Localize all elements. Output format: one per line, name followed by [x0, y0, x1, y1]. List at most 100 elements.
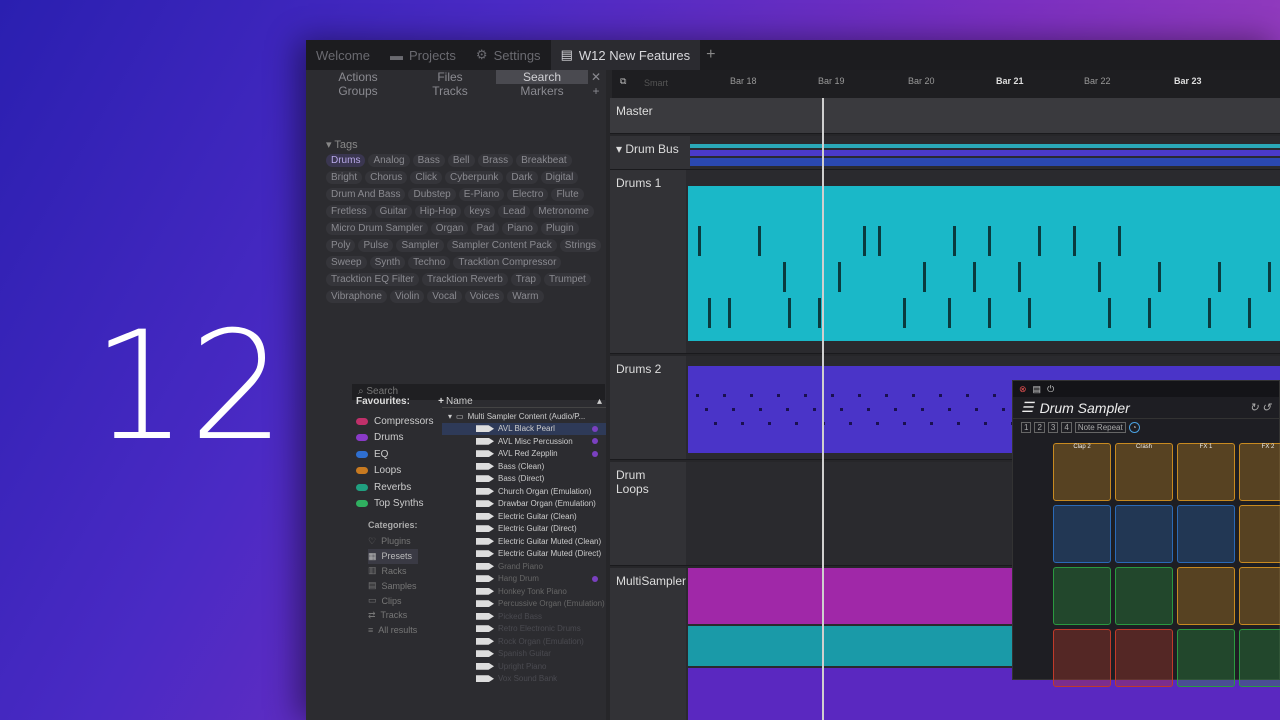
tag-chip[interactable]: Hip-Hop: [414, 205, 462, 218]
category-item[interactable]: ▤ Samples: [368, 578, 418, 593]
add-icon[interactable]: +: [588, 84, 604, 98]
midi-note[interactable]: [728, 298, 731, 328]
tag-chip[interactable]: Guitar: [374, 205, 412, 218]
category-item[interactable]: ⇄ Tracks: [368, 608, 418, 623]
drum-pad[interactable]: [1177, 629, 1235, 687]
midi-note[interactable]: [923, 262, 926, 292]
midi-note[interactable]: [903, 422, 906, 425]
midi-note[interactable]: [849, 422, 852, 425]
category-item[interactable]: ▭ Clips: [368, 593, 418, 608]
midi-note[interactable]: [957, 422, 960, 425]
midi-note[interactable]: [867, 408, 870, 411]
midi-note[interactable]: [696, 394, 699, 397]
drum-pad[interactable]: FX 1: [1177, 443, 1235, 501]
tag-chip[interactable]: Organ: [430, 222, 469, 235]
midi-clip[interactable]: [688, 186, 1280, 341]
drum-pad[interactable]: [1239, 629, 1280, 687]
midi-note[interactable]: [993, 394, 996, 397]
tree-item[interactable]: Hang Drum: [442, 573, 606, 586]
smart-snap-label[interactable]: Smart: [644, 78, 668, 88]
tree-item[interactable]: Bass (Clean): [442, 460, 606, 473]
tree-item[interactable]: Electric Guitar Muted (Direct): [442, 548, 606, 561]
automation-lane[interactable]: [690, 158, 1280, 166]
favourite-item[interactable]: Compressors: [356, 413, 444, 430]
tree-item[interactable]: AVL Black Pearl: [442, 422, 606, 435]
playhead[interactable]: [822, 98, 824, 720]
automation-lane[interactable]: [690, 150, 1280, 156]
tag-chip[interactable]: Flute: [551, 188, 584, 201]
nav-groups[interactable]: Groups: [312, 84, 404, 98]
tab-w12-new-features[interactable]: ▤ W12 New Features: [550, 40, 701, 70]
midi-note[interactable]: [777, 394, 780, 397]
tree-item[interactable]: Drawbar Organ (Emulation): [442, 498, 606, 511]
tag-chip[interactable]: Warm: [507, 290, 544, 303]
category-item[interactable]: ≡ All results: [368, 623, 418, 638]
tree-item[interactable]: Grand Piano: [442, 560, 606, 573]
tag-chip[interactable]: Pad: [471, 222, 500, 235]
mode-button[interactable]: 3: [1047, 421, 1059, 433]
midi-note[interactable]: [1268, 262, 1271, 292]
drum-pad[interactable]: Crash: [1115, 443, 1173, 501]
midi-note[interactable]: [988, 226, 991, 256]
nav-actions[interactable]: Actions: [312, 70, 404, 84]
tag-chip[interactable]: Plugin: [540, 222, 579, 235]
tree-item[interactable]: Electric Guitar (Clean): [442, 510, 606, 523]
tag-chip[interactable]: Vibraphone: [326, 290, 387, 303]
tag-chip[interactable]: Pulse: [358, 239, 394, 252]
tree-item[interactable]: AVL Misc Percussion: [442, 435, 606, 448]
tree-item[interactable]: Bass (Direct): [442, 473, 606, 486]
drum-pad[interactable]: [1053, 505, 1111, 563]
midi-note[interactable]: [723, 394, 726, 397]
midi-note[interactable]: [939, 394, 942, 397]
midi-note[interactable]: [912, 394, 915, 397]
nav-search[interactable]: Search: [496, 70, 588, 84]
mode-button[interactable]: 1: [1021, 421, 1032, 433]
drum-pad[interactable]: [1177, 567, 1235, 625]
track-master[interactable]: Master: [610, 98, 1280, 134]
snap-icon[interactable]: ⧉: [620, 76, 626, 87]
midi-note[interactable]: [921, 408, 924, 411]
drum-pad[interactable]: [1115, 505, 1173, 563]
tag-chip[interactable]: Electro: [507, 188, 549, 201]
midi-note[interactable]: [1028, 298, 1031, 328]
midi-note[interactable]: [818, 298, 821, 328]
tag-chip[interactable]: Sweep: [326, 256, 367, 269]
midi-note[interactable]: [1108, 298, 1111, 328]
tag-chip[interactable]: Violin: [389, 290, 425, 303]
favourite-item[interactable]: Drums: [356, 430, 444, 447]
tree-item[interactable]: Church Organ (Emulation): [442, 485, 606, 498]
favourite-item[interactable]: EQ: [356, 446, 444, 463]
midi-note[interactable]: [840, 408, 843, 411]
tag-chip[interactable]: Analog: [368, 154, 410, 167]
category-item[interactable]: ▥ Racks: [368, 564, 418, 579]
midi-note[interactable]: [1038, 226, 1041, 256]
tag-chip[interactable]: Drums: [326, 154, 366, 167]
midi-note[interactable]: [1148, 298, 1151, 328]
midi-note[interactable]: [705, 408, 708, 411]
midi-note[interactable]: [1248, 298, 1251, 328]
midi-note[interactable]: [948, 408, 951, 411]
tag-chip[interactable]: E-Piano: [458, 188, 505, 201]
midi-note[interactable]: [714, 422, 717, 425]
category-item[interactable]: ▦ Presets: [368, 548, 418, 564]
midi-note[interactable]: [838, 262, 841, 292]
tag-chip[interactable]: Bright: [326, 171, 363, 184]
drum-pad[interactable]: [1239, 567, 1280, 625]
drum-pad[interactable]: [1239, 505, 1280, 563]
tag-chip[interactable]: Micro Drum Sampler: [326, 222, 428, 235]
midi-note[interactable]: [975, 408, 978, 411]
tag-chip[interactable]: Chorus: [365, 171, 408, 184]
tag-chip[interactable]: Sampler Content Pack: [446, 239, 557, 252]
drum-pad[interactable]: [1053, 629, 1111, 687]
tag-chip[interactable]: Trap: [510, 273, 541, 286]
tab-projects[interactable]: ▬ Projects: [380, 40, 466, 70]
tree-item[interactable]: Honkey Tonk Piano: [442, 585, 606, 598]
tree-item[interactable]: Upright Piano: [442, 660, 606, 673]
nav-markers[interactable]: Markers: [496, 84, 588, 98]
midi-note[interactable]: [1002, 408, 1005, 411]
midi-note[interactable]: [750, 394, 753, 397]
track-drum-bus[interactable]: ▾ Drum Bus: [610, 136, 1280, 170]
midi-note[interactable]: [903, 298, 906, 328]
add-tab-button[interactable]: +: [700, 46, 721, 64]
tag-chip[interactable]: Click: [410, 171, 443, 184]
